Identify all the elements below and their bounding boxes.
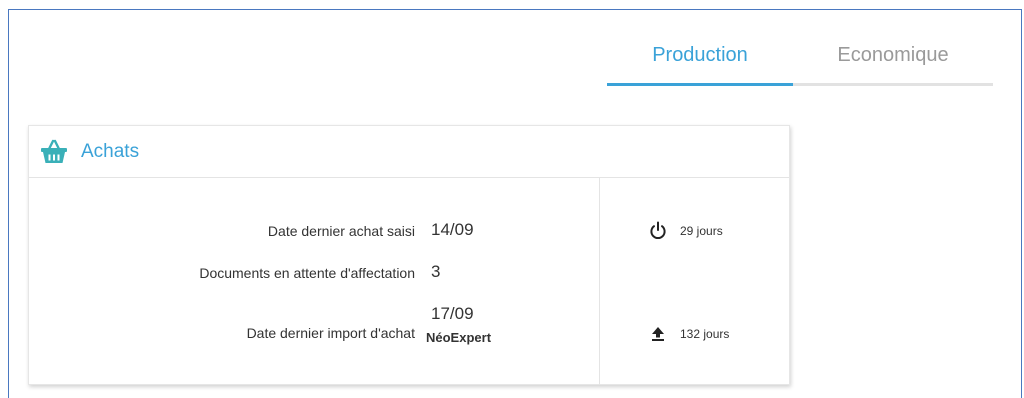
tab-economique[interactable]: Economique [793,24,993,86]
upload-icon [652,327,664,341]
row-label-last-import: Date dernier import d'achat [246,325,415,341]
side-stat-power: 29 jours [649,221,723,240]
card-title: Achats [81,141,140,162]
achats-card: Achats Date dernier achat saisi 14/09 Do… [28,125,790,385]
tab-production-label: Production [652,43,748,66]
side-stat-power-text: 29 jours [680,223,723,238]
row-value-last-purchase: 14/09 [431,220,474,239]
side-stat-upload-text: 132 jours [680,327,730,341]
active-tab-indicator [607,83,793,86]
row-label-last-purchase: Date dernier achat saisi [267,223,415,239]
row-value-pending-documents: 3 [431,262,441,281]
tab-production[interactable]: Production [607,24,793,86]
row-label-pending-documents: Documents en attente d'affectation [199,265,415,281]
basket-icon [41,139,67,163]
side-stat-upload: 132 jours [649,326,729,342]
power-icon [650,221,666,240]
card-header: Achats [29,126,789,178]
row-value-last-import: 17/09 [431,304,474,323]
tab-economique-label: Economique [837,43,949,66]
card-column-divider [599,178,600,385]
row-subvalue-import-source: NéoExpert [426,330,492,345]
tab-bar: Production Economique [607,24,993,86]
